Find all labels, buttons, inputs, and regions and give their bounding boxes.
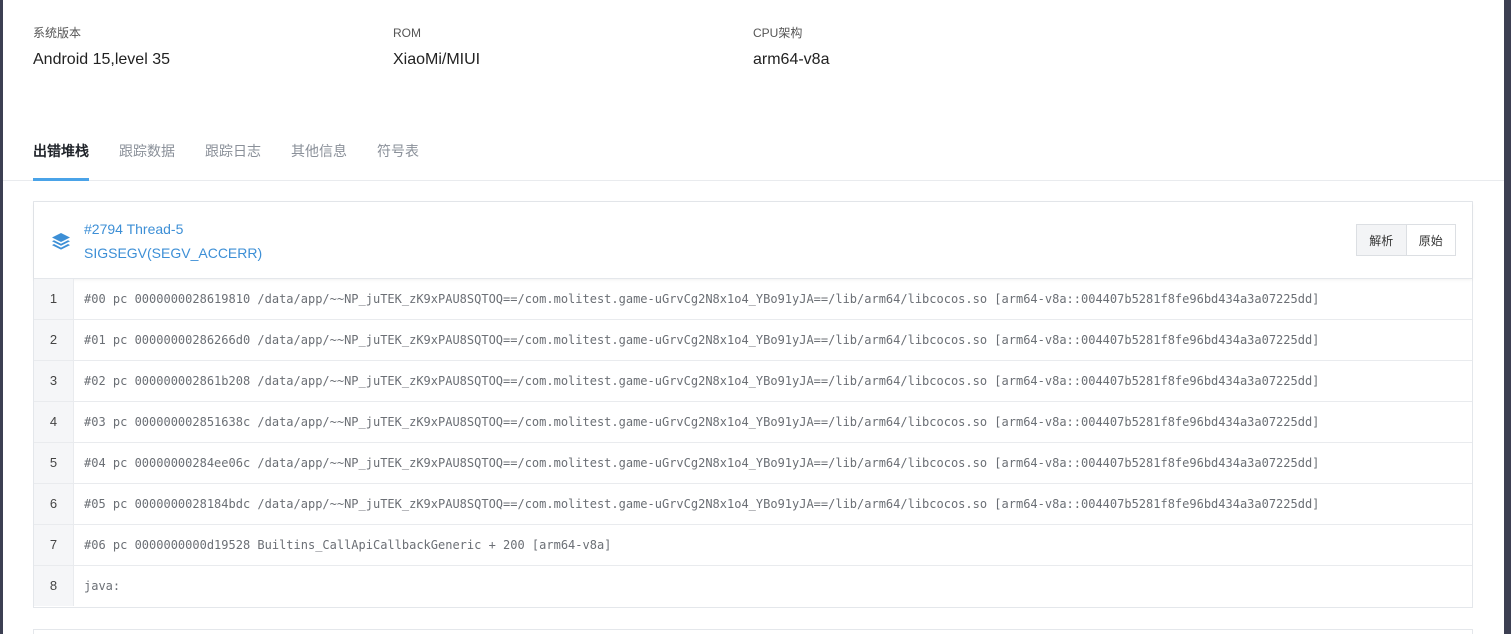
stack-frame-text: #04 pc 00000000284ee06c /data/app/~~NP_j…: [84, 456, 1320, 470]
stack-row: 1 #00 pc 0000000028619810 /data/app/~~NP…: [34, 279, 1472, 320]
line-number: 2: [34, 320, 74, 360]
crash-detail-page: 系统版本 Android 15,level 35 ROM XiaoMi/MIUI…: [0, 0, 1511, 634]
tab-other-info[interactable]: 其他信息: [291, 142, 347, 181]
tab-error-stack[interactable]: 出错堆栈: [33, 142, 89, 181]
stack-frame-text: #01 pc 00000000286266d0 /data/app/~~NP_j…: [84, 333, 1320, 347]
stack-frame-text: #02 pc 000000002861b208 /data/app/~~NP_j…: [84, 374, 1320, 388]
raw-button[interactable]: 原始: [1405, 225, 1455, 255]
stack-frame-text: java:: [84, 579, 121, 593]
stack-frame-text: #06 pc 0000000000d19528 Builtins_CallApi…: [84, 538, 612, 552]
line-number: 1: [34, 279, 74, 319]
layers-icon: [52, 233, 70, 250]
line-number: 7: [34, 525, 74, 565]
tab-symbol-table[interactable]: 符号表: [377, 142, 419, 181]
next-panel: [33, 629, 1473, 634]
view-mode-toggle: 解析 原始: [1356, 224, 1456, 256]
line-number: 5: [34, 443, 74, 483]
stack-row: 7 #06 pc 0000000000d19528 Builtins_CallA…: [34, 525, 1472, 566]
thread-title[interactable]: #2794 Thread-5: [84, 220, 183, 238]
stack-panel: #2794 Thread-5 SIGSEGV(SEGV_ACCERR) 解析 原…: [33, 201, 1473, 608]
info-rom: ROM XiaoMi/MIUI: [393, 24, 480, 70]
info-os-version: 系统版本 Android 15,level 35: [33, 24, 170, 70]
info-value: arm64-v8a: [753, 51, 830, 68]
line-number: 8: [34, 566, 74, 606]
thread-header: #2794 Thread-5 SIGSEGV(SEGV_ACCERR) 解析 原…: [34, 202, 1472, 279]
stack-frame-list: 1 #00 pc 0000000028619810 /data/app/~~NP…: [34, 279, 1472, 606]
info-label: ROM: [393, 26, 421, 40]
signal-name[interactable]: SIGSEGV(SEGV_ACCERR): [84, 244, 262, 262]
tab-trace-data[interactable]: 跟踪数据: [119, 142, 175, 181]
info-cpu-arch: CPU架构 arm64-v8a: [753, 24, 829, 70]
line-number: 4: [34, 402, 74, 442]
detail-tabs: 出错堆栈 跟踪数据 跟踪日志 其他信息 符号表: [3, 130, 1504, 181]
stack-row: 8 java:: [34, 566, 1472, 606]
info-value: XiaoMi/MIUI: [393, 51, 481, 68]
stack-frame-text: #03 pc 000000002851638c /data/app/~~NP_j…: [84, 415, 1320, 429]
stack-row: 2 #01 pc 00000000286266d0 /data/app/~~NP…: [34, 320, 1472, 361]
info-label: 系统版本: [33, 26, 82, 40]
tab-trace-log[interactable]: 跟踪日志: [205, 142, 261, 181]
line-number: 6: [34, 484, 74, 524]
stack-frame-text: #00 pc 0000000028619810 /data/app/~~NP_j…: [84, 292, 1320, 306]
stack-row: 5 #04 pc 00000000284ee06c /data/app/~~NP…: [34, 443, 1472, 484]
info-value: Android 15,level 35: [33, 51, 170, 68]
stack-row: 4 #03 pc 000000002851638c /data/app/~~NP…: [34, 402, 1472, 443]
stack-row: 6 #05 pc 0000000028184bdc /data/app/~~NP…: [34, 484, 1472, 525]
stack-row: 3 #02 pc 000000002861b208 /data/app/~~NP…: [34, 361, 1472, 402]
parsed-button[interactable]: 解析: [1357, 225, 1406, 255]
device-info-row: 系统版本 Android 15,level 35 ROM XiaoMi/MIUI…: [33, 24, 1033, 84]
line-number: 3: [34, 361, 74, 401]
stack-frame-text: #05 pc 0000000028184bdc /data/app/~~NP_j…: [84, 497, 1320, 511]
info-label: CPU架构: [753, 26, 803, 40]
